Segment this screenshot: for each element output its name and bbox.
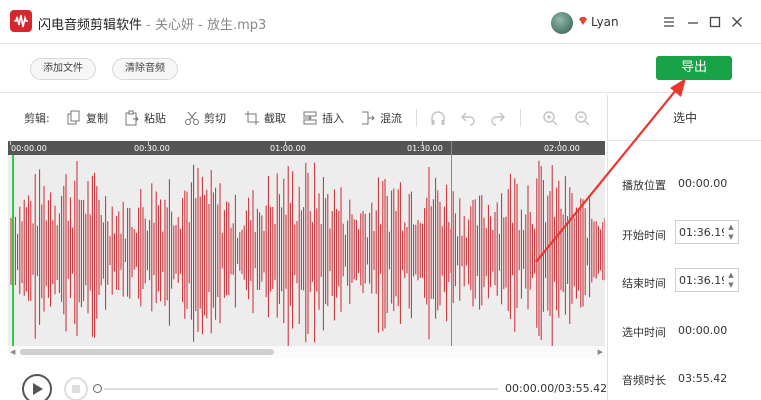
window-title: 闪电音频剪辑软件 - 关心妍 - 放生.mp3: [38, 14, 266, 33]
headphone-button[interactable]: [430, 109, 450, 127]
crop-button[interactable]: 截取: [244, 109, 286, 127]
play-position-label: 播放位置: [622, 179, 666, 192]
selected-time-value: 00:00.00: [678, 324, 728, 337]
play-cursor[interactable]: [12, 155, 14, 346]
timeline-tick-label: 01:30.00: [407, 144, 443, 153]
file-name: 关心妍 - 放生.mp3: [154, 18, 267, 33]
timeline-ruler[interactable]: 00:00.00 00:30.00 01:00.00 01:30.00 02:0…: [8, 141, 605, 155]
waveform-area[interactable]: [8, 155, 605, 346]
cut-label: 剪切: [204, 112, 226, 125]
cut-button[interactable]: 剪切: [184, 109, 226, 127]
insert-button[interactable]: 插入: [302, 109, 344, 127]
play-button[interactable]: [22, 374, 52, 400]
start-time-input[interactable]: [676, 221, 724, 243]
end-time-stepper[interactable]: ▲ ▼: [675, 268, 739, 292]
zoom-in-icon: [543, 111, 558, 126]
timeline-tick-label: 00:00.00: [11, 144, 47, 153]
play-icon: [33, 383, 43, 395]
app-logo-icon: [10, 10, 32, 32]
copy-label: 复制: [86, 112, 108, 125]
decrement-icon[interactable]: ▼: [726, 232, 736, 242]
waveform: [10, 160, 605, 346]
zoom-out-button[interactable]: [574, 109, 594, 127]
paste-button[interactable]: 粘贴: [124, 109, 166, 127]
redo-icon: [491, 112, 505, 126]
start-time-stepper[interactable]: ▲ ▼: [675, 220, 739, 244]
timeline-tick-label: 00:30.00: [134, 144, 170, 153]
insert-label: 插入: [322, 112, 344, 125]
paste-label: 粘贴: [144, 112, 166, 125]
selection-panel: 选中 播放位置 00:00.00 开始时间 ▲ ▼ 结束时间 ▲ ▼ 选中时间 …: [607, 95, 761, 400]
increment-icon[interactable]: ▲: [726, 222, 736, 232]
mix-button[interactable]: 混流: [360, 109, 402, 127]
panel-title: 选中: [608, 95, 761, 141]
horizontal-scrollbar[interactable]: ◀ ▶: [8, 346, 605, 358]
add-file-button[interactable]: 添加文件: [30, 58, 96, 80]
scissors-icon: [185, 111, 199, 125]
toolbar-divider-2: [520, 109, 521, 127]
progress-track[interactable]: [104, 388, 498, 390]
undo-button[interactable]: [460, 109, 480, 127]
minimize-icon[interactable]: [686, 15, 700, 29]
stop-icon: [72, 385, 80, 393]
avatar[interactable]: [551, 12, 573, 34]
mix-label: 混流: [380, 112, 402, 125]
increment-icon[interactable]: ▲: [726, 270, 736, 280]
maximize-icon[interactable]: [708, 15, 722, 29]
end-time-label: 结束时间: [622, 277, 666, 290]
start-time-label: 开始时间: [622, 229, 666, 242]
progress-knob[interactable]: [93, 384, 102, 393]
close-icon[interactable]: [730, 15, 744, 29]
clear-audio-button[interactable]: 清除音频: [112, 58, 178, 80]
export-button[interactable]: 导出: [656, 56, 732, 80]
username[interactable]: Lyan: [591, 15, 619, 29]
app-name: 闪电音频剪辑软件: [38, 18, 143, 33]
scroll-left-icon[interactable]: ◀: [10, 348, 15, 356]
copy-icon: [67, 110, 80, 125]
timeline-tick-label: 02:00.00: [544, 144, 580, 153]
end-time-input[interactable]: [676, 269, 724, 291]
toolbar-label: 剪辑:: [24, 112, 50, 125]
toolbar-divider: [416, 109, 417, 127]
selection-cursor[interactable]: [451, 141, 452, 346]
paste-icon: [125, 110, 139, 126]
duration-value: 03:55.42: [678, 372, 728, 385]
redo-button[interactable]: [490, 109, 510, 127]
edit-toolbar: 剪辑: 复制 粘贴 剪切 截取 插入 混流: [8, 95, 605, 141]
undo-icon: [461, 112, 475, 126]
title-bar: 闪电音频剪辑软件 - 关心妍 - 放生.mp3 Lyan: [0, 0, 761, 44]
zoom-out-icon: [575, 111, 590, 126]
transport-bar: 00:00.00/03:55.42: [8, 360, 608, 400]
title-separator: -: [142, 18, 155, 33]
duration-label: 音频时长: [622, 374, 666, 387]
decrement-icon[interactable]: ▼: [726, 280, 736, 290]
crop-label: 截取: [264, 112, 286, 125]
crop-icon: [245, 111, 259, 125]
vip-diamond-icon: [579, 17, 587, 25]
scroll-right-icon[interactable]: ▶: [598, 348, 603, 356]
action-bar: 添加文件 清除音频 导出: [0, 45, 761, 93]
copy-button[interactable]: 复制: [66, 109, 108, 127]
insert-icon: [303, 111, 317, 125]
zoom-in-button[interactable]: [542, 109, 562, 127]
selected-time-label: 选中时间: [622, 326, 666, 339]
menu-icon[interactable]: [662, 15, 676, 29]
headphone-icon: [431, 111, 445, 125]
mix-icon: [362, 111, 375, 125]
time-readout: 00:00.00/03:55.42: [505, 382, 608, 395]
play-position-value: 00:00.00: [678, 177, 728, 190]
stop-button[interactable]: [64, 377, 88, 400]
timeline-tick-label: 01:00.00: [270, 144, 306, 153]
scrollbar-thumb[interactable]: [20, 349, 274, 355]
